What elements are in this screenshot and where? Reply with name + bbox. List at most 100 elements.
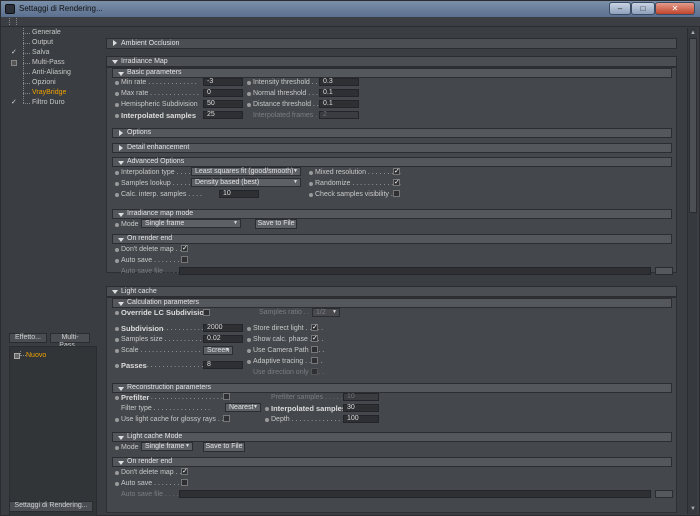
use-light-cache-glossy-label: Use light cache for glossy rays . . . (121, 416, 228, 423)
prefilter-samples-field[interactable]: 10 (343, 393, 379, 401)
interpolated-samples-label: Interpolated samples (121, 111, 197, 120)
store-direct-light-checkbox[interactable]: ✓ (311, 324, 318, 331)
sidebar-item-output[interactable]: Output (7, 38, 97, 48)
prefilter-samples-label: Prefilter samples . . . . . . . (271, 394, 351, 401)
effects-item-nuovo[interactable]: Nuovo (26, 352, 46, 359)
maximize-button[interactable]: □ (631, 2, 655, 15)
interpolated-samples-field[interactable]: 25 (203, 111, 243, 119)
subsection-detail-enhancement[interactable]: Detail enhancement (112, 143, 672, 153)
light-cache-save-to-file-button[interactable]: Save to File (203, 442, 245, 452)
interpolated-frames-field[interactable]: 2 (319, 111, 359, 119)
checkmark-icon[interactable]: ✓ (11, 99, 18, 106)
samples-lookup-dropdown[interactable]: Density based (best) ▼ (191, 178, 301, 187)
lc-dont-delete-map-checkbox[interactable]: ✓ (181, 468, 188, 475)
subdivision-field[interactable]: 2000 (203, 324, 243, 332)
light-cache-mode-dropdown[interactable]: Single frame ▼ (141, 442, 193, 451)
intensity-threshold-field[interactable]: 0.3 (319, 78, 359, 86)
grip-handle-icon[interactable] (9, 18, 17, 25)
light-cache-panel: Calculation parameters Override LC Subdi… (106, 297, 677, 513)
irradiance-dont-delete-map-label: Don't delete map . . (121, 246, 182, 253)
sidebar-item-salva[interactable]: ✓ Salva (7, 48, 97, 58)
sidebar-item-multipass[interactable]: Multi-Pass (7, 58, 97, 68)
subsection-irradiance-map-mode[interactable]: Irradiance map mode (112, 209, 672, 219)
override-lc-subdivision-checkbox[interactable] (203, 309, 210, 316)
irradiance-save-to-file-button[interactable]: Save to File (255, 219, 297, 229)
normal-threshold-field[interactable]: 0.1 (319, 89, 359, 97)
passes-field[interactable]: 8 (203, 361, 243, 369)
window-title: Settaggi di Rendering... (19, 4, 103, 13)
use-direction-only-checkbox[interactable] (311, 368, 318, 375)
settings-tree: Generale Output ✓ Salva Multi-Pass Anti-A… (7, 28, 97, 108)
toolbar-strip (1, 17, 700, 27)
render-settings-button[interactable]: Settaggi di Rendering... (9, 501, 93, 512)
randomize-label: Randomize . . . . . . . . . . . . . (315, 180, 401, 187)
distance-threshold-field[interactable]: 0.1 (319, 100, 359, 108)
title-bar[interactable]: Settaggi di Rendering... ‒ □ ✕ (1, 1, 700, 17)
scale-dropdown[interactable]: Screen ▼ (203, 346, 233, 355)
interpolation-type-label: Interpolation type . . . . . . (121, 169, 199, 176)
section-light-cache[interactable]: Light cache (106, 286, 677, 297)
irradiance-map-panel: Basic parameters Min rate . . . . . . . … (106, 67, 677, 275)
scale-label: Scale . . . . . . . . . . . . . . . . . … (121, 347, 209, 354)
sidebar-item-opzioni[interactable]: Opzioni (7, 78, 97, 88)
scroll-down-icon[interactable]: ▼ (689, 505, 697, 513)
lc-interpolated-samples-label: Interpolated samples (271, 404, 347, 413)
close-button[interactable]: ✕ (655, 2, 695, 15)
irradiance-mode-label: Mode (121, 221, 139, 228)
subsection-basic-parameters[interactable]: Basic parameters (112, 68, 672, 78)
randomize-checkbox[interactable]: ✓ (393, 179, 400, 186)
check-samples-visibility-checkbox[interactable] (393, 190, 400, 197)
mixed-resolution-checkbox[interactable]: ✓ (393, 168, 400, 175)
min-rate-field[interactable]: -3 (203, 78, 243, 86)
scrollbar-thumb[interactable] (689, 38, 697, 213)
interpolation-type-dropdown[interactable]: Least squares fit (good/smooth) ▼ (191, 167, 301, 176)
irradiance-dont-delete-map-checkbox[interactable]: ✓ (181, 245, 188, 252)
sidebar-item-anti-aliasing[interactable]: Anti-Aliasing (7, 68, 97, 78)
prefilter-checkbox[interactable] (223, 393, 230, 400)
depth-field[interactable]: 100 (343, 415, 379, 423)
effect-button[interactable]: Effetto... (9, 333, 47, 343)
checkmark-icon[interactable]: ✓ (11, 49, 18, 56)
multipass-button[interactable]: Multi-Pass... (50, 333, 90, 349)
checkbox-icon[interactable] (11, 60, 17, 66)
subsection-irradiance-on-render-end[interactable]: On render end (112, 234, 672, 244)
irradiance-auto-save-file-field[interactable] (179, 267, 651, 275)
lc-auto-save-label: Auto save . . . . . . . (121, 480, 180, 487)
subsection-light-cache-mode[interactable]: Light cache Mode (112, 432, 672, 442)
max-rate-field[interactable]: 0 (203, 89, 243, 97)
section-irradiance-map[interactable]: Irradiance Map (106, 56, 677, 67)
use-light-cache-glossy-checkbox[interactable] (223, 415, 230, 422)
minimize-button[interactable]: ‒ (609, 2, 631, 15)
subsection-reconstruction-parameters[interactable]: Reconstruction parameters (112, 383, 672, 393)
use-camera-path-checkbox[interactable] (311, 346, 318, 353)
lc-auto-save-checkbox[interactable] (181, 479, 188, 486)
lc-auto-save-file-field[interactable] (179, 490, 651, 498)
app-icon (5, 4, 15, 14)
subsection-calculation-parameters[interactable]: Calculation parameters (112, 298, 672, 308)
sidebar-item-vraybridge[interactable]: VrayBridge (7, 88, 97, 98)
sidebar-item-generale[interactable]: Generale (7, 28, 97, 38)
irradiance-auto-save-label: Auto save . . . . . . . (121, 257, 180, 264)
samples-size-field[interactable]: 0.02 (203, 335, 243, 343)
min-rate-label: Min rate . . . . . . . . . . . . . (121, 79, 197, 86)
subsection-light-cache-on-render-end[interactable]: On render end (112, 457, 672, 467)
hemispheric-subdivision-field[interactable]: 50 (203, 100, 243, 108)
samples-ratio-dropdown[interactable]: 1/2 ▼ (312, 308, 340, 317)
calc-interp-samples-field[interactable]: 10 (219, 190, 259, 198)
lc-browse-button[interactable] (655, 490, 673, 498)
adaptive-tracing-checkbox[interactable] (311, 357, 318, 364)
filter-type-dropdown[interactable]: Nearest ▼ (225, 403, 261, 412)
irradiance-auto-save-checkbox[interactable] (181, 256, 188, 263)
section-ambient-occlusion[interactable]: Ambient Occlusion (106, 38, 677, 49)
irradiance-browse-button[interactable] (655, 267, 673, 275)
scroll-up-icon[interactable]: ▲ (689, 29, 697, 37)
lc-dont-delete-map-label: Don't delete map . . (121, 469, 182, 476)
irradiance-mode-dropdown[interactable]: Single frame ▼ (141, 219, 241, 228)
effects-list: Nuovo (9, 346, 97, 516)
show-calc-phase-checkbox[interactable]: ✓ (311, 335, 318, 342)
subsection-options[interactable]: Options (112, 128, 672, 138)
sidebar-item-filtro-duro[interactable]: ✓ Filtro Duro (7, 98, 97, 108)
subsection-advanced-options[interactable]: Advanced Options (112, 157, 672, 167)
vertical-scrollbar[interactable]: ▲ ▼ (687, 28, 697, 514)
lc-interpolated-samples-field[interactable]: 30 (343, 404, 379, 412)
